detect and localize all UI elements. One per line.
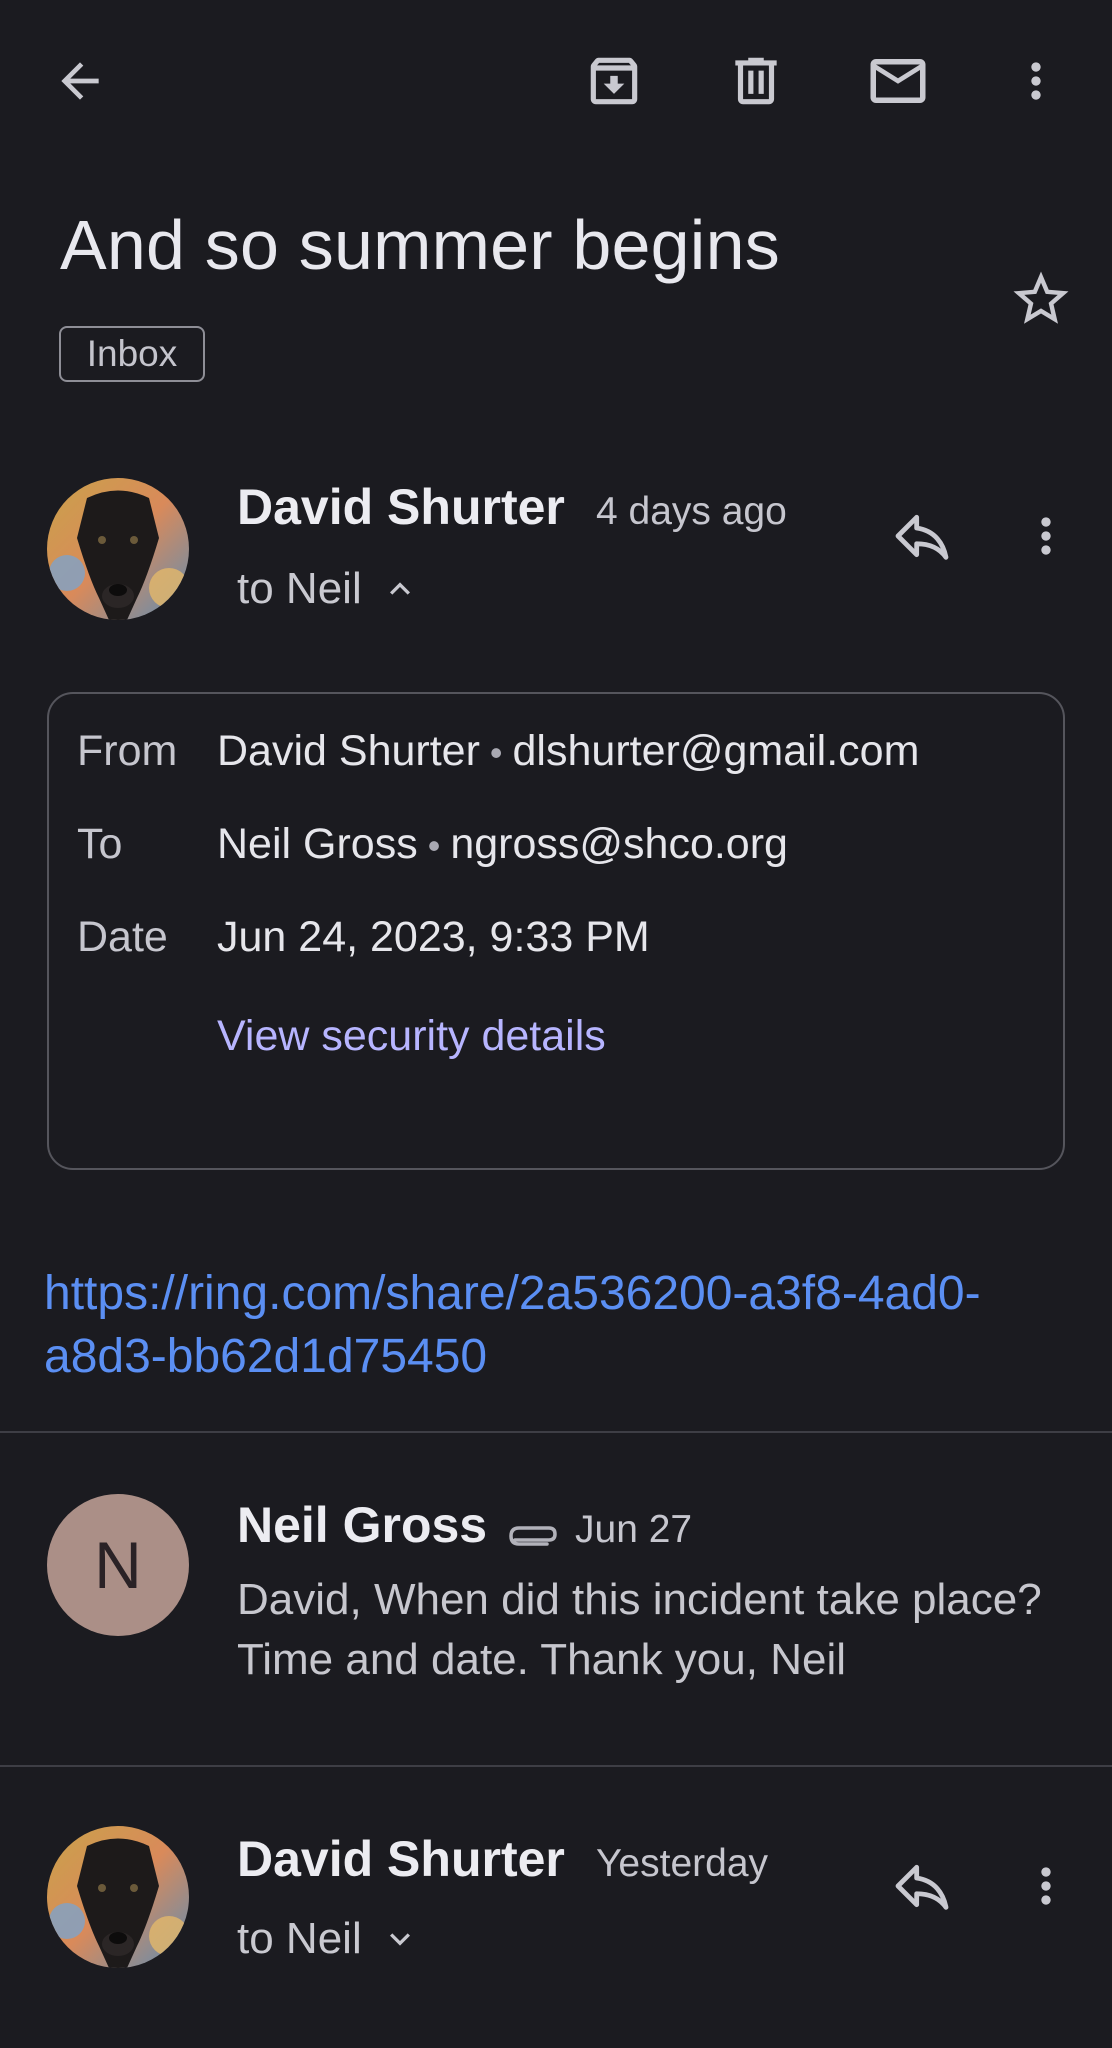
reply-icon: [895, 514, 949, 560]
reply-icon: [895, 1864, 949, 1910]
back-button[interactable]: [44, 45, 116, 117]
archive-button[interactable]: [578, 45, 650, 117]
recipients-toggle[interactable]: to Neil: [237, 1914, 420, 1964]
sender-name: Neil Gross: [237, 1497, 488, 1553]
sender-avatar[interactable]: [47, 478, 189, 620]
sender-avatar[interactable]: [47, 1826, 189, 1968]
from-value: David Shurter • dlshurter@gmail.com: [217, 727, 919, 776]
message-snippet[interactable]: David, When did this incident take place…: [237, 1570, 1077, 1690]
arrow-back-icon: [61, 62, 99, 100]
mail-icon: [870, 59, 926, 103]
message-divider: [0, 1431, 1112, 1433]
to-name: Neil Gross: [217, 820, 418, 868]
inbox-label-chip[interactable]: Inbox: [59, 326, 205, 382]
message-divider: [0, 1765, 1112, 1767]
more-vert-icon: [1041, 517, 1051, 555]
archive-icon: [590, 57, 638, 105]
dog-photo-avatar: [47, 478, 189, 620]
reply-button[interactable]: [886, 1850, 958, 1922]
separator-dot: •: [489, 732, 503, 773]
more-vert-icon: [1041, 1867, 1051, 1905]
message-more-button[interactable]: [1010, 1850, 1082, 1922]
chevron-up-icon: [389, 582, 410, 595]
sender-name: David Shurter: [237, 479, 565, 535]
delete-button[interactable]: [720, 45, 792, 117]
date-label: Date: [77, 913, 168, 961]
sender-avatar-letter[interactable]: N: [47, 1494, 189, 1636]
more-options-button[interactable]: [1000, 45, 1072, 117]
dog-photo-avatar: [47, 1826, 189, 1968]
message-more-button[interactable]: [1010, 500, 1082, 572]
to-email: ngross@shco.org: [450, 820, 788, 868]
attachment-icon: [505, 1516, 561, 1561]
sender-name: David Shurter: [237, 1831, 565, 1887]
recipients-text: to Neil: [237, 564, 362, 613]
star-button[interactable]: [1005, 263, 1077, 335]
ring-share-link[interactable]: https://ring.com/share/2a536200-a3f8-4ad…: [44, 1262, 1074, 1388]
message-time: Yesterday: [596, 1842, 769, 1885]
separator-dot: •: [427, 825, 441, 866]
to-value: Neil Gross • ngross@shco.org: [217, 820, 788, 869]
mark-unread-button[interactable]: [862, 45, 934, 117]
more-vert-icon: [1031, 62, 1041, 100]
recipients-toggle[interactable]: to Neil: [237, 564, 420, 614]
trash-icon: [735, 57, 777, 105]
from-name: David Shurter: [217, 727, 480, 775]
from-email: dlshurter@gmail.com: [512, 727, 920, 775]
date-value: Jun 24, 2023, 9:33 PM: [217, 913, 650, 961]
message-time: Jun 27: [575, 1508, 693, 1551]
message-details-card: From David Shurter • dlshurter@gmail.com T…: [47, 692, 1065, 1170]
from-label: From: [77, 727, 178, 775]
message-time: 4 days ago: [596, 490, 787, 533]
star-outline-icon: [1013, 271, 1069, 324]
view-security-details-link[interactable]: View security details: [217, 1012, 606, 1061]
reply-button[interactable]: [886, 500, 958, 572]
to-label: To: [77, 820, 123, 868]
recipients-text: to Neil: [237, 1914, 362, 1963]
email-subject: And so summer begins: [60, 206, 780, 284]
chevron-down-icon: [389, 1933, 410, 1946]
